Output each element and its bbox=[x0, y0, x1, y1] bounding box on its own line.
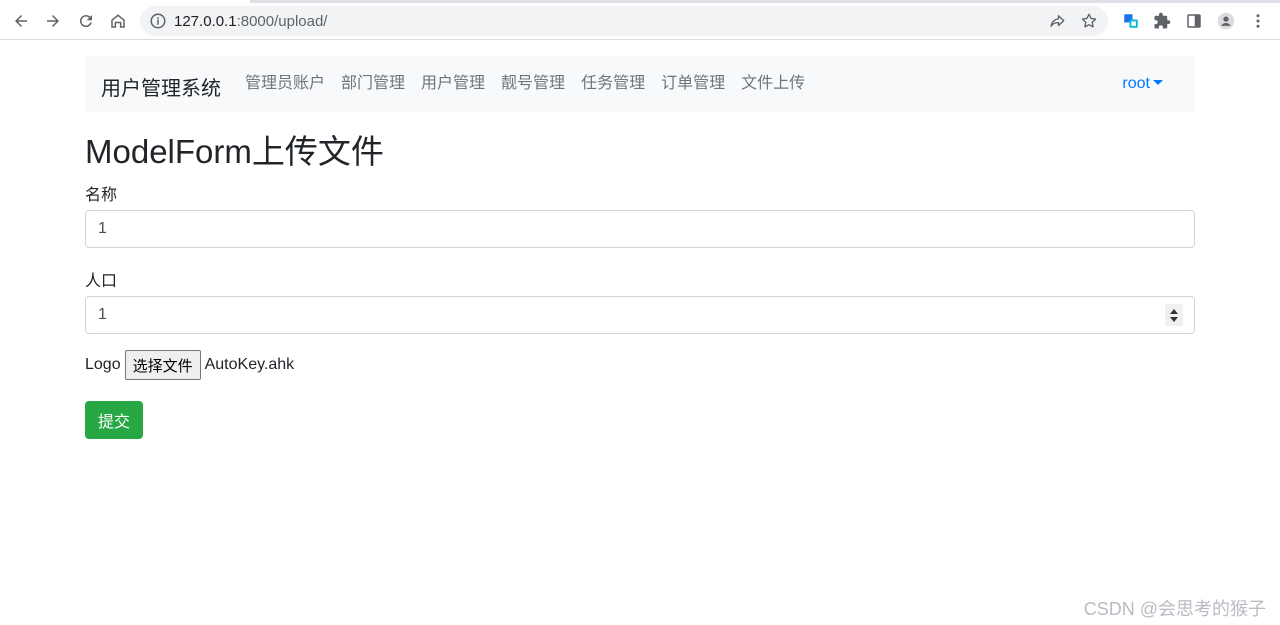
nav-link-user[interactable]: 用户管理 bbox=[421, 74, 485, 94]
arrow-right-icon bbox=[47, 15, 59, 27]
translate-extension-button[interactable] bbox=[1118, 8, 1144, 34]
watermark: CSDN @会思考的猴子 bbox=[1083, 599, 1266, 619]
nav-link-order[interactable]: 订单管理 bbox=[661, 74, 725, 94]
address-bar[interactable]: 127.0.0.1:8000/upload/ bbox=[140, 6, 1108, 36]
home-button[interactable] bbox=[105, 8, 131, 34]
profile-button[interactable] bbox=[1213, 8, 1239, 34]
nav-link-upload[interactable]: 文件上传 bbox=[741, 74, 805, 94]
nav-link-admin[interactable]: 管理员账户 bbox=[245, 74, 325, 94]
reload-button[interactable] bbox=[73, 8, 99, 34]
navbar: 用户管理系统 管理员账户 部门管理 用户管理 靓号管理 任务管理 订单管理 文件… bbox=[85, 56, 1195, 112]
home-icon bbox=[111, 14, 125, 28]
side-panel-icon bbox=[1187, 14, 1201, 28]
logo-file-field: Logo 选择文件 AutoKey.ahk bbox=[85, 350, 294, 380]
translate-icon bbox=[1124, 14, 1138, 28]
share-icon[interactable] bbox=[1048, 12, 1066, 30]
browser-menu-button[interactable] bbox=[1245, 8, 1271, 34]
puzzle-icon bbox=[1154, 12, 1171, 29]
number-stepper[interactable] bbox=[1167, 306, 1181, 324]
extensions-button[interactable] bbox=[1149, 8, 1175, 34]
choose-file-button[interactable]: 选择文件 bbox=[124, 350, 201, 380]
url-host: 127.0.0.1 bbox=[174, 13, 237, 30]
star-icon[interactable] bbox=[1080, 12, 1098, 30]
back-button[interactable] bbox=[8, 8, 34, 34]
stepper-down-icon[interactable] bbox=[1170, 316, 1178, 322]
arrow-left-icon bbox=[15, 15, 27, 27]
population-input[interactable] bbox=[85, 296, 1195, 334]
logo-label: Logo bbox=[85, 356, 121, 373]
stepper-up-icon[interactable] bbox=[1170, 308, 1178, 314]
nav-link-pretty-number[interactable]: 靓号管理 bbox=[501, 74, 565, 94]
browser-toolbar: 127.0.0.1:8000/upload/ bbox=[0, 3, 1280, 40]
selected-file-name: AutoKey.ahk bbox=[204, 356, 295, 373]
navbar-brand[interactable]: 用户管理系统 bbox=[101, 72, 221, 101]
kebab-menu-icon bbox=[1256, 14, 1260, 28]
name-input[interactable] bbox=[85, 210, 1195, 248]
reload-icon bbox=[79, 15, 92, 28]
name-label: 名称 bbox=[85, 187, 118, 204]
submit-button[interactable]: 提交 bbox=[85, 401, 143, 439]
side-panel-button[interactable] bbox=[1181, 8, 1207, 34]
site-info-icon[interactable] bbox=[149, 12, 167, 30]
user-name: root bbox=[1122, 75, 1150, 92]
nav-link-task[interactable]: 任务管理 bbox=[581, 74, 645, 94]
caret-down-icon bbox=[1153, 80, 1163, 85]
user-dropdown[interactable]: root bbox=[1122, 75, 1163, 93]
forward-button[interactable] bbox=[40, 8, 66, 34]
url-path: :8000/upload/ bbox=[236, 13, 328, 30]
population-label: 人口 bbox=[85, 273, 118, 290]
nav-links: 管理员账户 部门管理 用户管理 靓号管理 任务管理 订单管理 文件上传 bbox=[245, 74, 821, 94]
page-title: ModelForm上传文件 bbox=[85, 133, 384, 170]
url-text: 127.0.0.1:8000/upload/ bbox=[174, 13, 327, 30]
avatar-icon bbox=[1217, 12, 1235, 30]
nav-link-department[interactable]: 部门管理 bbox=[341, 74, 405, 94]
